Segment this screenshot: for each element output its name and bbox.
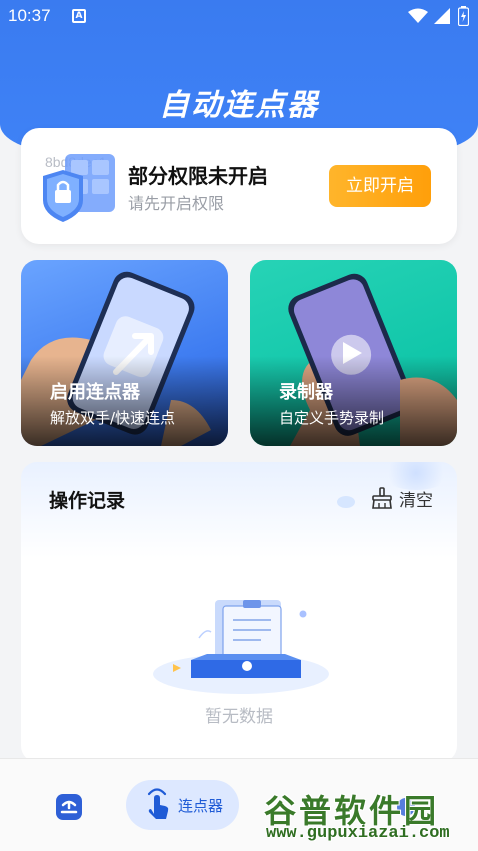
tap-hand-icon — [147, 788, 169, 819]
signal-icon — [434, 8, 450, 24]
decorative-bubble — [337, 496, 355, 508]
records-title: 操作记录 — [49, 490, 126, 512]
records-card: 操作记录 清空 暂无数据 — [21, 462, 457, 762]
empty-state-label: 暂无数据 — [205, 707, 273, 727]
recorder-title: 录制器 — [279, 382, 333, 403]
shield-lock-icon — [43, 154, 115, 222]
battery-icon — [458, 6, 469, 26]
permission-card: 8bd8dec1 部分权限未开启 请先开启权限 立即开启 — [21, 128, 457, 244]
clear-label: 清空 — [399, 491, 433, 511]
status-bar: 10:37 A — [0, 0, 478, 34]
tab-clicker[interactable]: 连点器 — [126, 780, 239, 830]
tab-clicker-label: 连点器 — [178, 797, 224, 815]
recorder-subtitle: 自定义手势录制 — [279, 409, 385, 427]
status-time: 10:37 — [8, 6, 51, 25]
permission-subtitle: 请先开启权限 — [128, 194, 225, 213]
start-clicker-subtitle: 解放双手/快速连点 — [50, 409, 176, 427]
home-icon[interactable] — [55, 793, 83, 821]
empty-clipboard-illustration — [153, 600, 329, 694]
start-clicker-title: 启用连点器 — [50, 382, 140, 403]
permission-title: 部分权限未开启 — [128, 164, 268, 188]
start-clicker-card[interactable]: 启用连点器 解放双手/快速连点 — [21, 260, 228, 446]
watermark-url-text: www.gupuxiazai.com — [266, 824, 450, 843]
watermark-logo: 谷普软件园 www.gupuxiazai.com — [262, 786, 478, 851]
broom-icon — [372, 487, 392, 509]
notification-icon: A — [72, 9, 86, 23]
recorder-card[interactable]: 录制器 自定义手势录制 — [250, 260, 457, 446]
enable-permission-button[interactable]: 立即开启 — [329, 165, 431, 207]
wifi-icon — [408, 8, 428, 23]
page-title: 自动连点器 — [159, 88, 319, 123]
